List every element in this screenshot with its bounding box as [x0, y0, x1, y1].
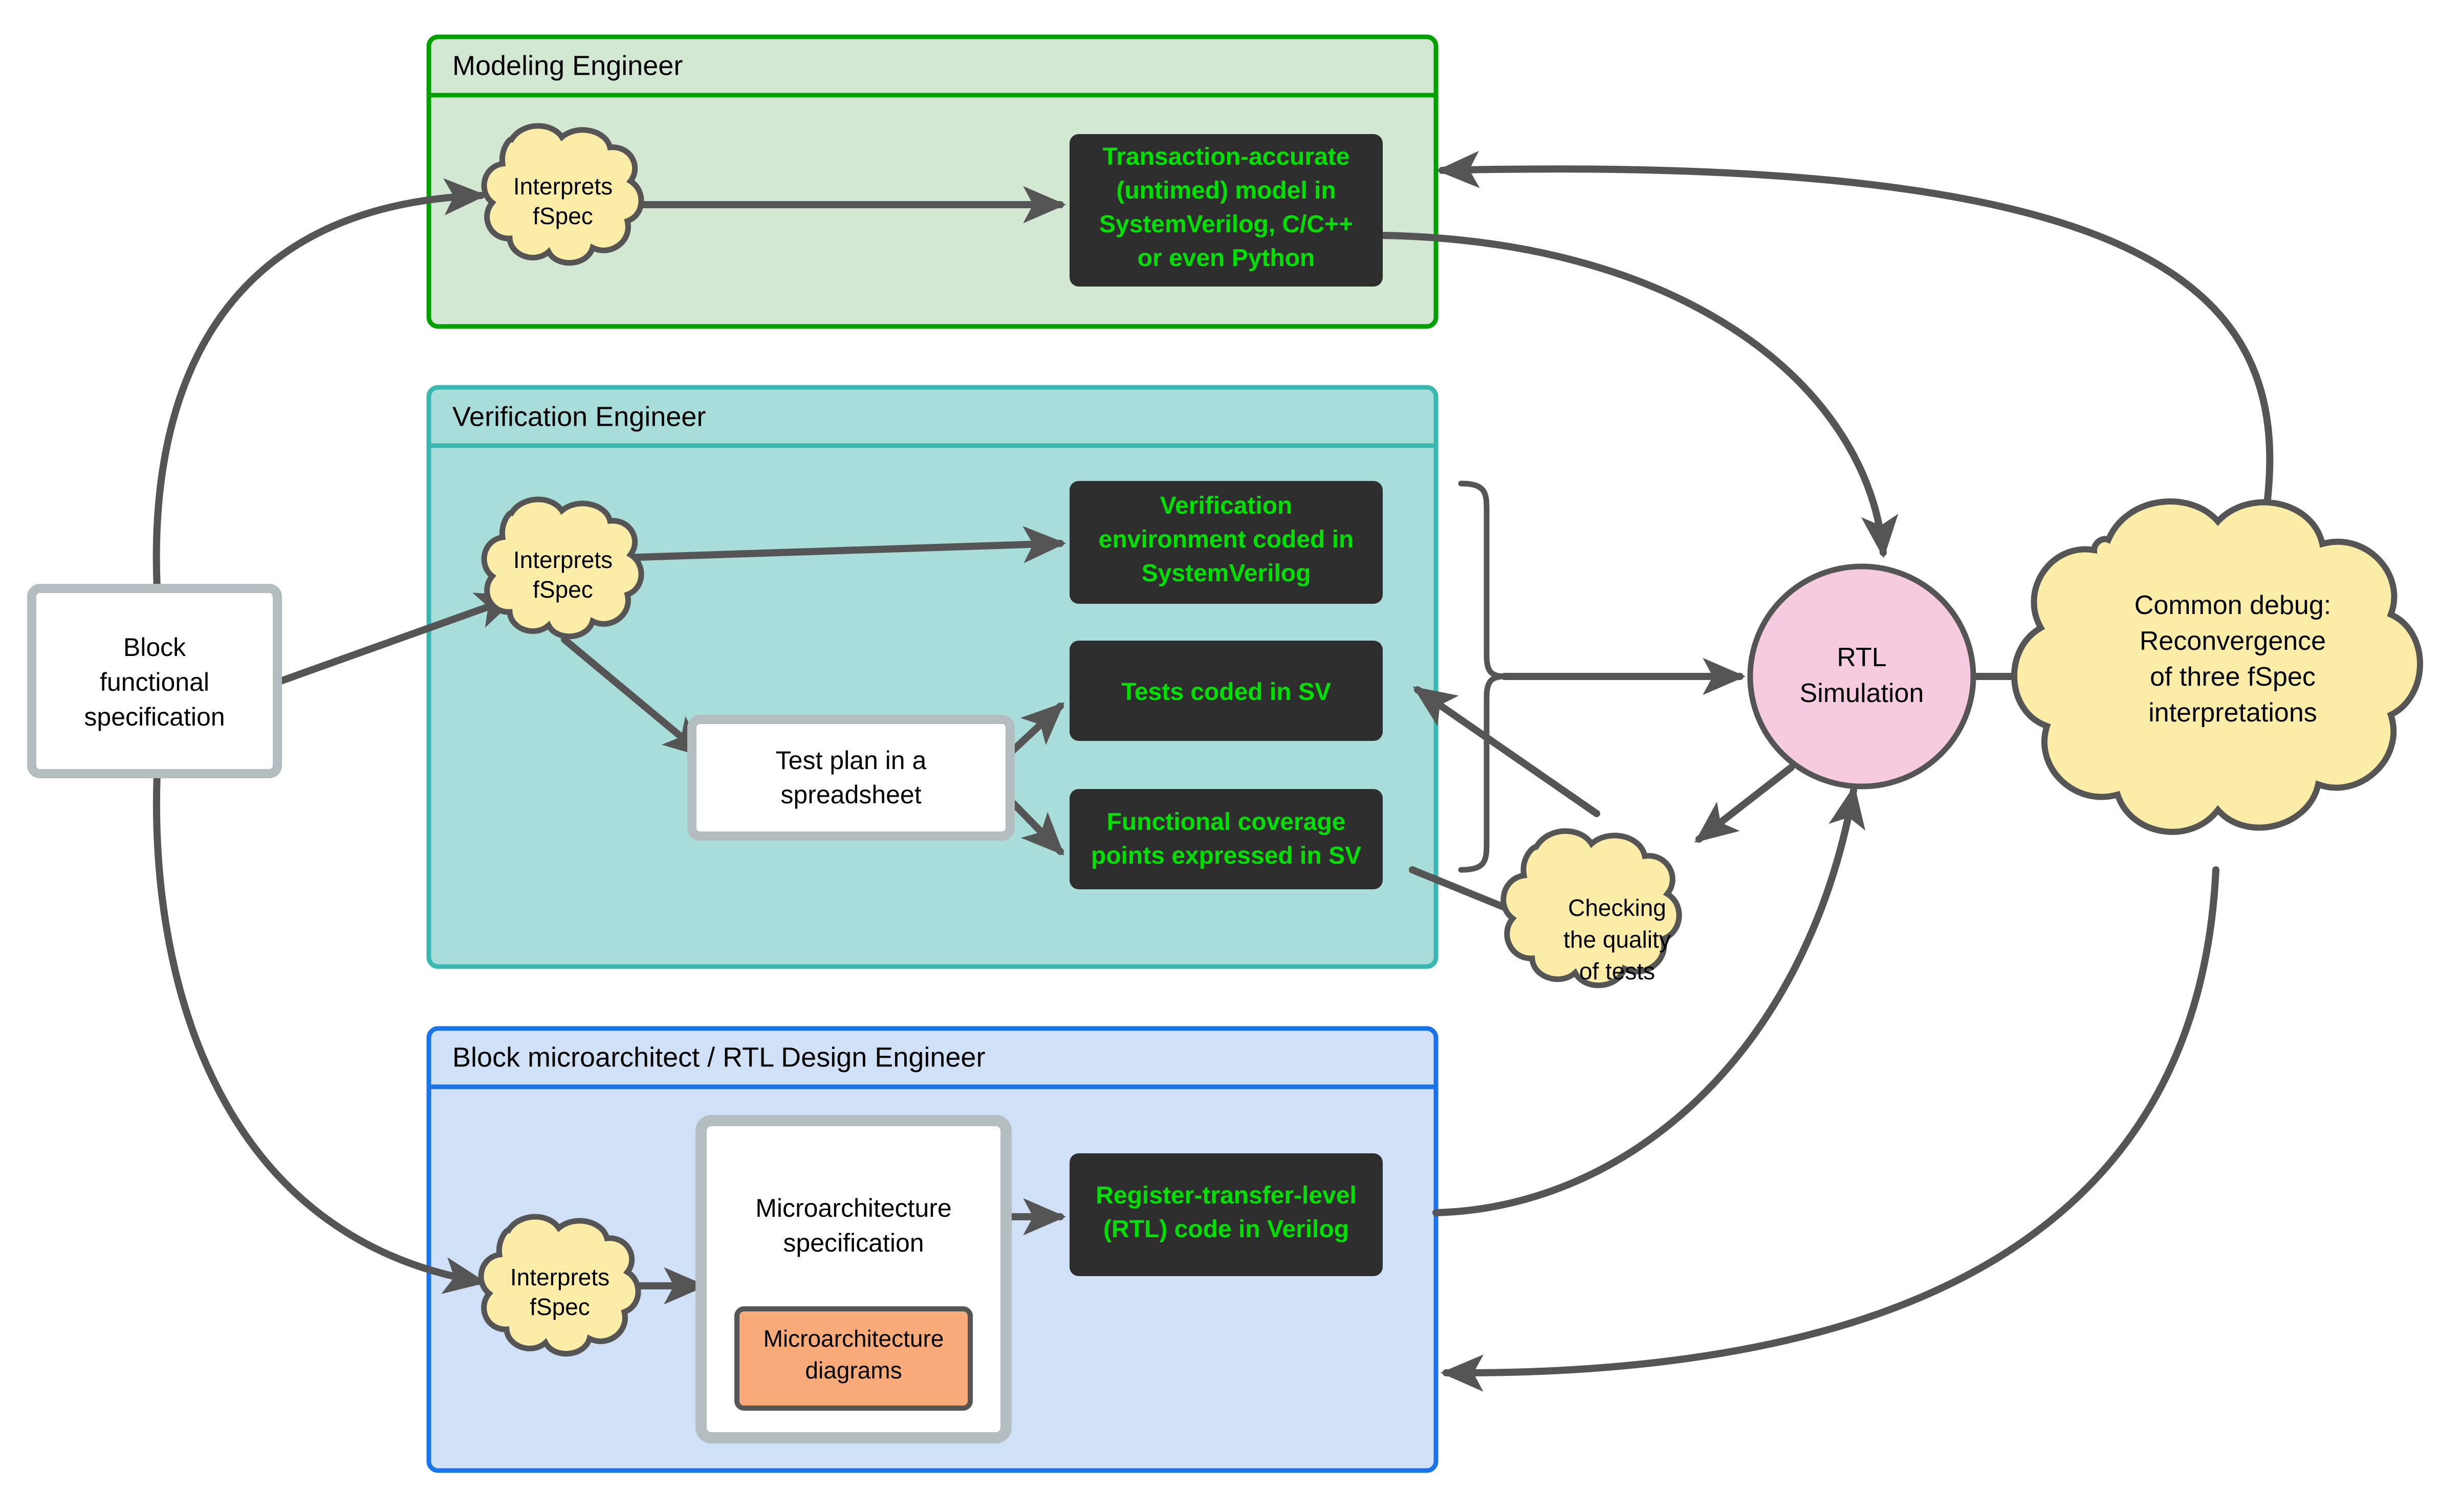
edge-model-to-simulation	[1378, 232, 1899, 559]
tests-code-line-1: Tests coded in SV	[1121, 678, 1331, 706]
common-debug-line-3: of three fSpec	[2150, 662, 2316, 692]
swimlane-verification-title: Verification Engineer	[452, 401, 706, 432]
node-rtl-code[interactable]: Register-transfer-level (RTL) code in Ve…	[1070, 1153, 1383, 1276]
block-spec-line-1: Block	[123, 633, 186, 662]
swimlane-design-title: Block microarchitect / RTL Design Engine…	[452, 1042, 985, 1072]
rtl-simulation-line-1: RTL	[1837, 643, 1886, 672]
coverage-line-1: Functional coverage	[1107, 808, 1346, 836]
node-common-debug[interactable]: Common debug: Reconvergence of three fSp…	[2011, 498, 2423, 835]
block-spec-line-3: specification	[84, 703, 225, 731]
node-interprets-fspec-design[interactable]: Interprets fSpec	[478, 1214, 641, 1357]
node-model-code[interactable]: Transaction-accurate (untimed) model in …	[1070, 134, 1383, 287]
test-plan-line-2: spreadsheet	[780, 780, 921, 809]
uarch-diagrams-line-1: Microarchitecture	[764, 1325, 944, 1352]
node-interprets-fspec-verification[interactable]: Interprets fSpec	[481, 496, 644, 640]
model-code-line-3: SystemVerilog, C/C++	[1099, 211, 1353, 238]
test-plan-line-1: Test plan in a	[776, 746, 927, 775]
node-rtl-simulation[interactable]: RTL Simulation	[1747, 563, 1976, 790]
test-plan-box[interactable]	[687, 715, 1015, 841]
rtl-code-line-1: Register-transfer-level	[1096, 1182, 1357, 1209]
verif-env-line-2: environment coded in	[1099, 526, 1354, 553]
diagram-canvas: Modeling Engineer Verification Engineer …	[0, 0, 2462, 1512]
interprets-modeling-line-1: Interprets	[513, 173, 613, 200]
verif-env-line-1: Verification	[1160, 492, 1293, 519]
checking-line-1: Checking	[1568, 894, 1666, 921]
interprets-verification-line-1: Interprets	[513, 546, 613, 573]
model-code-line-4: or even Python	[1138, 245, 1315, 272]
verification-output-brace	[1458, 480, 1505, 873]
model-code-line-1: Transaction-accurate	[1103, 143, 1350, 170]
interprets-modeling-line-2: fSpec	[533, 203, 593, 229]
node-verification-env-code[interactable]: Verification environment coded in System…	[1070, 481, 1383, 604]
node-interprets-fspec-modeling[interactable]: Interprets fSpec	[481, 123, 644, 266]
checking-line-3: of tests	[1579, 958, 1655, 984]
verif-env-line-3: SystemVerilog	[1142, 560, 1311, 587]
coverage-code-box[interactable]	[1070, 789, 1383, 889]
coverage-line-2: points expressed in SV	[1091, 842, 1361, 869]
interprets-design-line-2: fSpec	[530, 1294, 590, 1320]
node-tests-code[interactable]: Tests coded in SV	[1070, 641, 1383, 741]
node-coverage-code[interactable]: Functional coverage points expressed in …	[1070, 789, 1383, 889]
node-checking-quality[interactable]: Checking the quality of tests	[1500, 828, 1682, 989]
common-debug-line-1: Common debug:	[2134, 590, 2331, 620]
rtl-code-box[interactable]	[1070, 1153, 1383, 1276]
model-code-line-2: (untimed) model in	[1116, 177, 1336, 204]
uarch-spec-line-1: Microarchitecture	[755, 1194, 951, 1222]
swimlane-modeling-title: Modeling Engineer	[452, 50, 683, 81]
edge-checking-to-tests	[1412, 686, 1600, 817]
node-uarch-spec[interactable]: Microarchitecture specification Microarc…	[695, 1115, 1012, 1443]
edge-simulation-to-checking	[1694, 764, 1795, 843]
interprets-verification-line-2: fSpec	[533, 576, 593, 603]
block-spec-line-2: functional	[100, 668, 209, 696]
common-debug-line-4: interpretations	[2148, 698, 2317, 728]
interprets-design-line-1: Interprets	[510, 1264, 609, 1290]
node-test-plan[interactable]: Test plan in a spreadsheet	[687, 715, 1015, 841]
uarch-spec-line-2: specification	[783, 1229, 924, 1257]
rtl-simulation-line-2: Simulation	[1800, 678, 1924, 708]
rtl-simulation-ellipse[interactable]	[1747, 563, 1976, 790]
checking-line-2: the quality	[1563, 926, 1671, 953]
uarch-diagrams-line-2: diagrams	[805, 1357, 902, 1384]
rtl-code-line-2: (RTL) code in Verilog	[1103, 1216, 1349, 1243]
node-uarch-diagrams[interactable]: Microarchitecture diagrams	[734, 1306, 973, 1411]
node-block-functional-specification[interactable]: Block functional specification	[27, 584, 282, 778]
flow-diagram: Modeling Engineer Verification Engineer …	[27, 34, 2423, 1473]
common-debug-line-2: Reconvergence	[2140, 626, 2326, 656]
